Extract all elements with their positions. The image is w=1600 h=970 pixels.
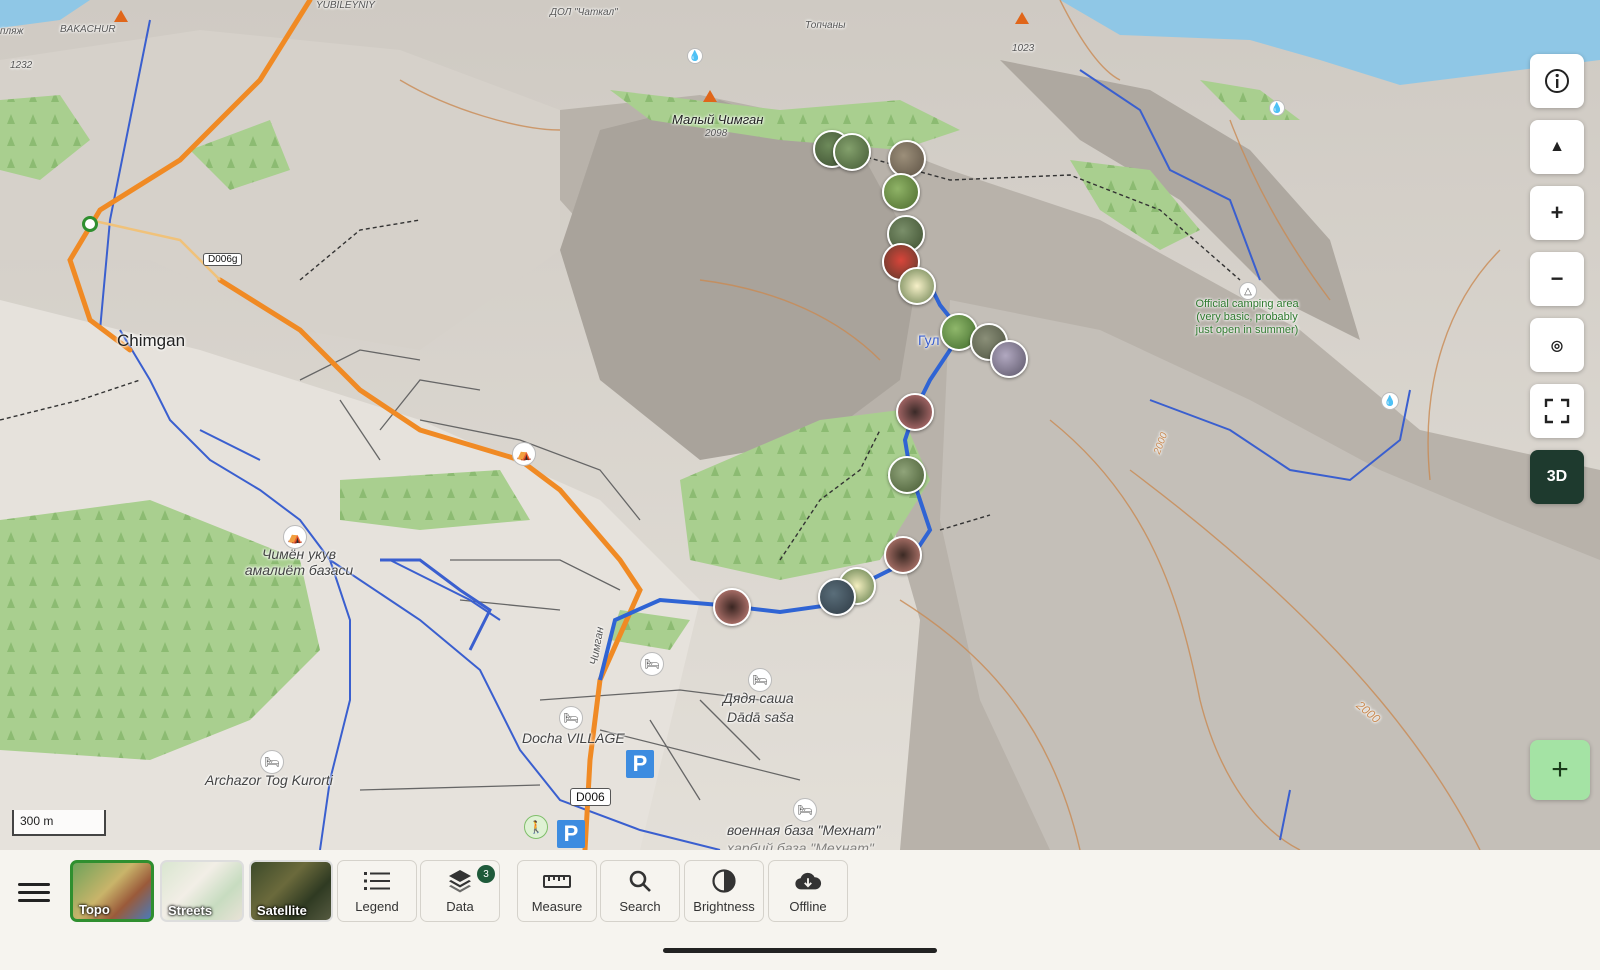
photo-marker[interactable] [888,456,926,494]
hotel-icon[interactable]: 🛏 [793,798,817,822]
minus-icon: − [1550,266,1564,291]
label-voennaya-baza-2: ҳарбий база "Меҳнат" [727,840,874,850]
cloud-download-icon [795,872,822,890]
compass-button[interactable]: ▲ [1530,120,1584,174]
legend-button[interactable]: Legend [337,860,417,922]
3d-toggle-button[interactable]: 3D [1530,450,1584,504]
bus-stop-icon[interactable] [82,216,98,232]
ruler-icon [543,875,571,888]
camp-icon[interactable]: ⛺ [283,525,307,549]
layer-satellite[interactable]: Satellite [249,860,333,922]
measure-button[interactable]: Measure [517,860,597,922]
label-archazor: Archazor Tog Kurorti [205,772,333,788]
label-elev-1023: 1023 [1012,43,1035,54]
label-topchany: Топчаны [805,20,846,31]
hamburger-icon-line [18,882,50,886]
brightness-icon [712,869,736,893]
info-icon [1545,69,1569,93]
label-docha-village: Docha VILLAGE [522,730,625,746]
layer-label: Satellite [257,903,307,918]
fullscreen-icon [1544,398,1570,424]
data-count-badge: 3 [477,865,495,883]
campsite-triangle-icon[interactable]: △ [1239,282,1257,300]
label-peak-name: Малый Чимган [672,112,764,127]
3d-label: 3D [1546,468,1568,485]
measure-label: Measure [531,899,583,914]
label-camping-area: Official camping area (very basic, proba… [1195,298,1299,336]
water-drop-icon: 💧 [1381,392,1399,410]
map-view[interactable]: YUBILEYNIY BAKACHUR пляж 1232 ДОЛ "Чатка… [0,0,1600,850]
water-drop-icon: 💧 [1269,100,1285,116]
fullscreen-button[interactable] [1530,384,1584,438]
plus-icon: + [1551,753,1569,786]
search-button[interactable]: Search [600,860,680,922]
label-bakachur: BAKACHUR [60,24,116,35]
layer-streets[interactable]: Streets [160,860,244,922]
water-drop-icon: 💧 [687,48,703,64]
info-button[interactable] [1530,54,1584,108]
photo-marker[interactable] [713,588,751,626]
label-peak-elevation: 2098 [705,128,728,139]
photo-marker[interactable] [898,267,936,305]
bottom-toolbar: Topo Streets Satellite Legend 3 Data Mea… [0,850,1600,970]
search-label: Search [619,899,661,914]
layer-label: Streets [168,903,213,918]
peak-marker-icon [1015,12,1029,24]
label-gul: Гул [918,332,940,348]
label-dada-sasa: Dādā saša [727,709,794,725]
menu-button[interactable] [18,872,50,912]
hiker-icon[interactable]: 🚶 [524,815,548,839]
locate-button[interactable]: ◎ [1530,318,1584,372]
layers-icon [449,870,471,893]
list-icon [364,872,390,890]
label-chimen-base: Чимён укув амалиёт базаси [244,546,354,578]
plus-icon: + [1550,200,1564,225]
layer-topo[interactable]: Topo [70,860,154,922]
hotel-icon[interactable]: 🛏 [559,706,583,730]
peak-marker-icon [703,90,717,102]
photo-marker[interactable] [833,133,871,171]
legend-label: Legend [355,899,399,914]
photo-marker[interactable] [896,393,934,431]
camp-icon[interactable]: ⛺ [512,442,536,466]
layer-label: Topo [79,902,110,917]
terrain-layer [0,0,1600,850]
photo-marker[interactable] [888,140,926,178]
locate-icon: ◎ [1550,336,1564,353]
data-button[interactable]: 3 Data [420,860,500,922]
parking-icon[interactable]: P [626,750,654,778]
label-elev-1232: 1232 [10,60,33,71]
photo-marker[interactable] [882,173,920,211]
search-icon [629,870,651,892]
label-dol-chatkal: ДОЛ "Чаткал" [550,7,618,18]
home-indicator[interactable] [663,948,937,953]
offline-label: Offline [789,899,827,914]
hamburger-icon-line [18,898,50,902]
scale-bar: 300 m [12,810,106,836]
label-town-chimgan: Chimgan [117,331,186,350]
brightness-button[interactable]: Brightness [684,860,764,922]
brightness-label: Brightness [693,899,755,914]
compass-icon: ▲ [1549,138,1565,155]
label-voennaya-baza: военная база "Мехнат" [727,822,881,838]
photo-marker[interactable] [818,578,856,616]
offline-button[interactable]: Offline [768,860,848,922]
label-dyadya-sasha: Дядя саша [723,690,794,706]
data-label: Data [446,899,474,914]
label-beach: пляж [0,26,24,37]
hotel-icon[interactable]: 🛏 [748,668,772,692]
label-yubileyniy: YUBILEYNIY [316,0,375,11]
add-button[interactable]: + [1530,740,1590,800]
peak-marker-icon [114,10,128,22]
zoom-in-button[interactable]: + [1530,186,1584,240]
hamburger-icon-line [18,890,50,894]
road-shield-d006g: D006g [203,253,243,266]
zoom-out-button[interactable]: − [1530,252,1584,306]
parking-icon[interactable]: P [557,820,585,848]
hotel-icon[interactable]: 🛏 [260,750,284,774]
photo-marker[interactable] [884,536,922,574]
road-shield-d006: D006 [570,788,611,806]
hotel-icon[interactable]: 🛏 [640,652,664,676]
photo-marker[interactable] [990,340,1028,378]
